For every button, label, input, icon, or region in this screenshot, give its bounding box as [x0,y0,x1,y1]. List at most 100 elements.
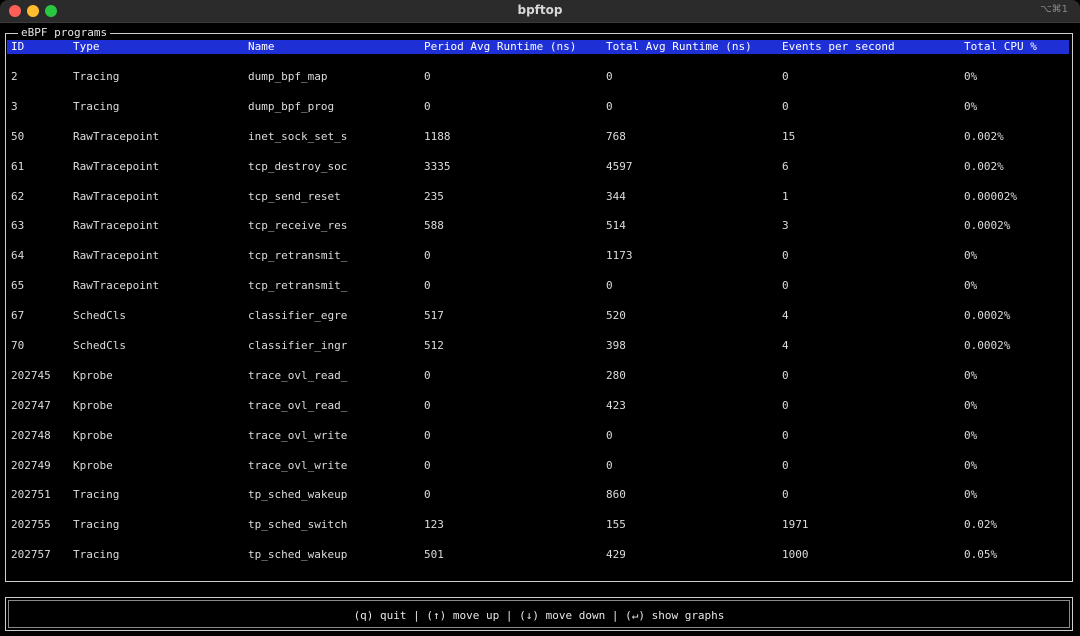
row-type: Kprobe [73,428,113,442]
row-id: 62 [11,189,25,203]
row-total-cpu: 0.02% [964,518,998,532]
row-total-avg-runtime: 398 [606,339,626,353]
row-type: RawTracepoint [73,249,160,263]
table-row[interactable]: 3 Tracing dump_bpf_prog 0 0 0 0% [7,100,1069,130]
row-total-avg-runtime: 280 [606,368,626,382]
row-name: classifier_ingr [248,339,348,353]
row-events-per-second: 0 [782,398,789,412]
table-row[interactable]: 202747 Kprobe trace_ovl_read_ 0 423 0 0% [7,399,1069,429]
row-total-cpu: 0% [964,99,978,113]
row-name: tp_sched_wakeup [248,548,348,562]
row-total-avg-runtime: 0 [606,70,613,83]
row-type: SchedCls [73,339,126,353]
table-row[interactable]: 202757 Tracing tp_sched_wakeup 501 429 1000 0.… [7,548,1069,578]
row-period-avg-runtime: 512 [424,339,444,353]
row-type: Kprobe [73,458,113,472]
column-header-id: ID [11,40,25,53]
row-type: Kprobe [73,398,113,412]
row-type: Tracing [73,518,120,532]
row-total-avg-runtime: 768 [606,129,626,143]
help-bar: (q) quit | (↑) move up | (↓) move down |… [5,597,1073,631]
keybinding-help: (q) quit | (↑) move up | (↓) move down |… [353,609,725,622]
row-id: 202747 [11,398,51,412]
table-row[interactable]: 63 RawTracepoint tcp_receive_res 588 514 3 0.0… [7,219,1069,249]
row-id: 65 [11,279,25,293]
row-type: Tracing [73,99,120,113]
row-id: 202745 [11,368,51,382]
table-row[interactable]: 202745 Kprobe trace_ovl_read_ 0 280 0 0% [7,369,1069,399]
row-total-cpu: 0% [964,458,978,472]
table-row[interactable]: 2 Tracing dump_bpf_map 0 0 0 0% [7,70,1069,100]
row-events-per-second: 0 [782,99,789,113]
row-total-cpu: 0% [964,70,978,83]
row-total-cpu: 0.00002% [964,189,1017,203]
table-row[interactable]: 70 SchedCls classifier_ingr 512 398 4 0.0002% [7,339,1069,369]
row-name: tcp_send_reset [248,189,341,203]
row-id: 67 [11,309,25,323]
row-total-cpu: 0.002% [964,159,1004,173]
row-id: 202757 [11,548,51,562]
row-name: inet_sock_set_s [248,129,348,143]
row-id: 202748 [11,428,51,442]
row-id: 202749 [11,458,51,472]
row-id: 202755 [11,518,51,532]
row-name: tcp_receive_res [248,219,348,233]
row-events-per-second: 3 [782,219,789,233]
row-id: 61 [11,159,25,173]
table-row[interactable]: 202751 Tracing tp_sched_wakeup 0 860 0 0% [7,488,1069,518]
table-row[interactable]: 67 SchedCls classifier_egre 517 520 4 0.0002% [7,309,1069,339]
row-name: tcp_retransmit_ [248,249,348,263]
table-row[interactable]: 65 RawTracepoint tcp_retransmit_ 0 0 0 0% [7,279,1069,309]
row-period-avg-runtime: 0 [424,279,431,293]
row-total-avg-runtime: 520 [606,309,626,323]
row-total-avg-runtime: 429 [606,548,626,562]
row-total-cpu: 0.002% [964,129,1004,143]
row-events-per-second: 1971 [782,518,809,532]
row-total-avg-runtime: 0 [606,99,613,113]
table-row[interactable]: 50 RawTracepoint inet_sock_set_s 1188 768 15 0… [7,130,1069,160]
row-type: RawTracepoint [73,159,160,173]
row-name: trace_ovl_write [248,428,348,442]
row-name: tcp_destroy_soc [248,159,348,173]
program-table-body: 2 Tracing dump_bpf_map 0 0 0 0% 3 Tracing dump_bp… [7,70,1069,578]
row-id: 64 [11,249,25,263]
row-id: 2 [11,70,18,83]
row-period-avg-runtime: 0 [424,368,431,382]
panel-title: eBPF programs [18,26,111,40]
table-row[interactable]: 202748 Kprobe trace_ovl_write 0 0 0 0% [7,429,1069,459]
row-total-cpu: 0% [964,368,978,382]
row-type: Tracing [73,488,120,502]
row-total-cpu: 0.0002% [964,339,1011,353]
table-row[interactable]: 61 RawTracepoint tcp_destroy_soc 3335 4597 6 0… [7,160,1069,190]
row-period-avg-runtime: 235 [424,189,444,203]
row-name: dump_bpf_map [248,70,328,83]
row-name: trace_ovl_write [248,458,348,472]
row-type: RawTracepoint [73,129,160,143]
row-events-per-second: 15 [782,129,796,143]
row-events-per-second: 4 [782,339,789,353]
row-period-avg-runtime: 123 [424,518,444,532]
row-period-avg-runtime: 501 [424,548,444,562]
table-row[interactable]: 202755 Tracing tp_sched_switch 123 155 1971 0.… [7,518,1069,548]
row-id: 70 [11,339,25,353]
help-bar-inner: (q) quit | (↑) move up | (↓) move down |… [8,600,1070,628]
row-total-cpu: 0% [964,428,978,442]
column-header-total-cpu: Total CPU % [964,40,1037,53]
row-total-avg-runtime: 344 [606,189,626,203]
row-total-avg-runtime: 0 [606,458,613,472]
row-period-avg-runtime: 3335 [424,159,451,173]
row-total-cpu: 0.0002% [964,219,1011,233]
row-type: RawTracepoint [73,279,160,293]
column-header-type: Type [73,40,100,53]
row-total-avg-runtime: 514 [606,219,626,233]
table-row[interactable]: 202749 Kprobe trace_ovl_write 0 0 0 0% [7,459,1069,489]
row-type: Tracing [73,70,120,83]
table-row[interactable]: 62 RawTracepoint tcp_send_reset 235 344 1 0.00… [7,190,1069,220]
row-period-avg-runtime: 0 [424,99,431,113]
row-name: classifier_egre [248,309,348,323]
row-type: Kprobe [73,368,113,382]
row-name: tcp_retransmit_ [248,279,348,293]
row-total-avg-runtime: 1173 [606,249,633,263]
row-total-cpu: 0% [964,249,978,263]
table-row[interactable]: 64 RawTracepoint tcp_retransmit_ 0 1173 0 0% [7,249,1069,279]
